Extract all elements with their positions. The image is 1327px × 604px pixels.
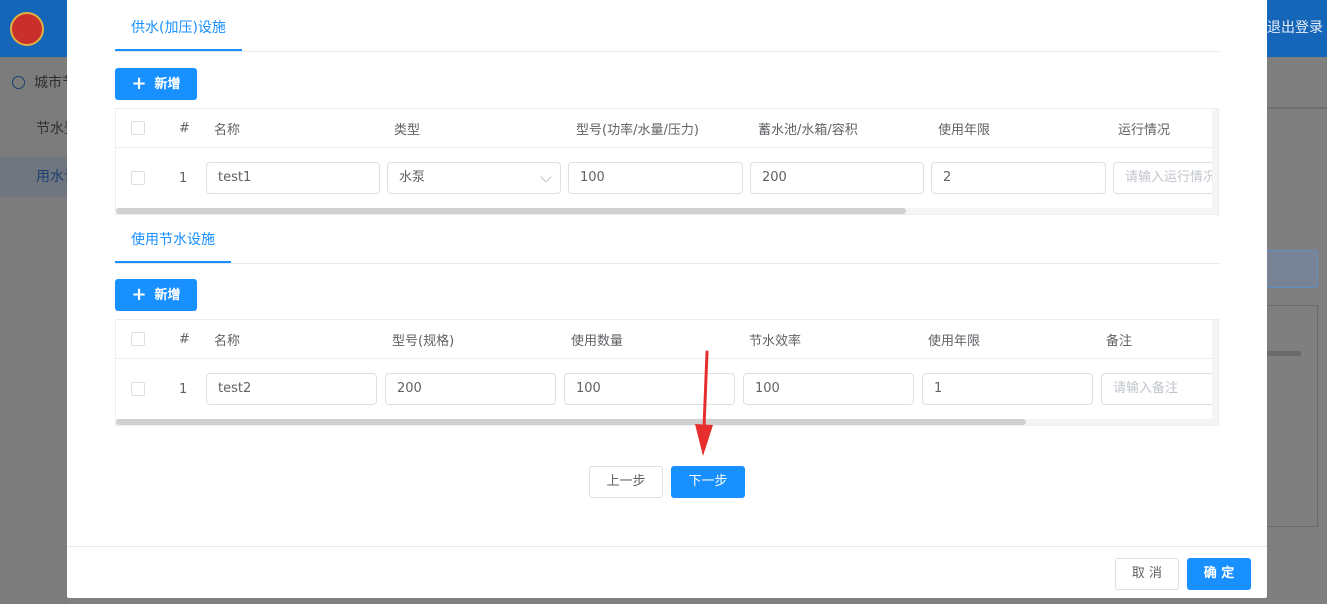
vertical-scrollbar[interactable] [1212, 320, 1218, 425]
tab-supply-facilities[interactable]: 供水(加压)设施 [115, 11, 242, 51]
quantity-input[interactable]: 100 [564, 373, 735, 405]
column-header: 运行情况 [1118, 122, 1171, 138]
previous-step-button[interactable]: 上一步 [589, 466, 663, 498]
smile-icon [12, 76, 25, 89]
scrollbar-thumb[interactable] [116, 208, 906, 214]
tab-saving-facilities[interactable]: 使用节水设施 [115, 223, 231, 263]
background-panel [1267, 250, 1318, 288]
next-step-button[interactable]: 下一步 [671, 466, 745, 498]
years-input[interactable]: 2 [931, 162, 1106, 194]
remark-input[interactable]: 请输入备注 [1101, 373, 1215, 405]
column-header: 类型 [394, 122, 421, 138]
column-header: 名称 [214, 122, 241, 138]
divider [1267, 107, 1327, 109]
years-input[interactable]: 1 [922, 373, 1093, 405]
row-index: 1 [179, 170, 188, 186]
plus-icon: + [131, 284, 147, 305]
section-tabs-supply: 供水(加压)设施 [115, 11, 1219, 52]
scrollbar-thumb[interactable] [116, 419, 1026, 425]
app-main-background [1267, 57, 1327, 604]
plus-icon: + [131, 73, 147, 94]
logout-link[interactable]: 退出登录 [1263, 0, 1327, 57]
select-all-checkbox[interactable] [131, 332, 145, 346]
table-row: 1 test1 水泵 100 200 2 请输入运行情况 [116, 148, 1218, 208]
saving-table: # 名称 型号(规格) 使用数量 节水效率 使用年限 备注 1 test2 20… [115, 319, 1219, 426]
column-header: 型号(功率/水量/压力) [576, 122, 699, 138]
confirm-button[interactable]: 确 定 [1187, 558, 1251, 590]
app-sidebar: 城市节 节水登 用水计 [0, 57, 103, 604]
row-checkbox[interactable] [131, 171, 145, 185]
row-checkbox[interactable] [131, 382, 145, 396]
column-header: 使用数量 [571, 333, 624, 349]
vertical-scrollbar[interactable] [1212, 109, 1218, 214]
table-row: 1 test2 200 100 100 1 请输入备注 [116, 359, 1218, 419]
model-input[interactable]: 100 [568, 162, 743, 194]
scrollbar [1267, 351, 1301, 356]
select-all-checkbox[interactable] [131, 121, 145, 135]
background-table [1267, 305, 1318, 527]
column-header: # [179, 331, 190, 347]
table-header: # 名称 类型 型号(功率/水量/压力) 蓄水池/水箱/容积 使用年限 运行情况 [116, 109, 1218, 148]
supply-table: # 名称 类型 型号(功率/水量/压力) 蓄水池/水箱/容积 使用年限 运行情况… [115, 108, 1219, 215]
add-supply-button[interactable]: + 新增 [115, 68, 197, 100]
column-header: 使用年限 [938, 122, 991, 138]
emblem-logo-icon [10, 12, 44, 46]
form-dialog: 供水(加压)设施 + 新增 # 名称 类型 型号(功率/水量/压力) 蓄水池/水箱… [67, 0, 1267, 598]
chevron-down-icon [540, 171, 552, 183]
type-select[interactable]: 水泵 [387, 162, 561, 194]
horizontal-scrollbar[interactable] [116, 419, 1218, 425]
efficiency-input[interactable]: 100 [743, 373, 914, 405]
name-input[interactable]: test1 [206, 162, 380, 194]
model-input[interactable]: 200 [385, 373, 556, 405]
column-header: 名称 [214, 333, 241, 349]
status-input[interactable]: 请输入运行情况 [1113, 162, 1218, 194]
column-header: 蓄水池/水箱/容积 [758, 122, 858, 138]
column-header: # [179, 120, 190, 136]
column-header: 节水效率 [749, 333, 802, 349]
column-header: 型号(规格) [392, 333, 455, 349]
section-tabs-saving: 使用节水设施 [115, 223, 1219, 264]
column-header: 使用年限 [928, 333, 981, 349]
cancel-button[interactable]: 取 消 [1115, 558, 1179, 590]
name-input[interactable]: test2 [206, 373, 377, 405]
add-saving-button[interactable]: + 新增 [115, 279, 197, 311]
row-index: 1 [179, 381, 188, 397]
dialog-footer: 取 消 确 定 [67, 546, 1267, 599]
column-header: 备注 [1106, 333, 1133, 349]
horizontal-scrollbar[interactable] [116, 208, 1218, 214]
table-header: # 名称 型号(规格) 使用数量 节水效率 使用年限 备注 [116, 320, 1218, 359]
volume-input[interactable]: 200 [750, 162, 924, 194]
